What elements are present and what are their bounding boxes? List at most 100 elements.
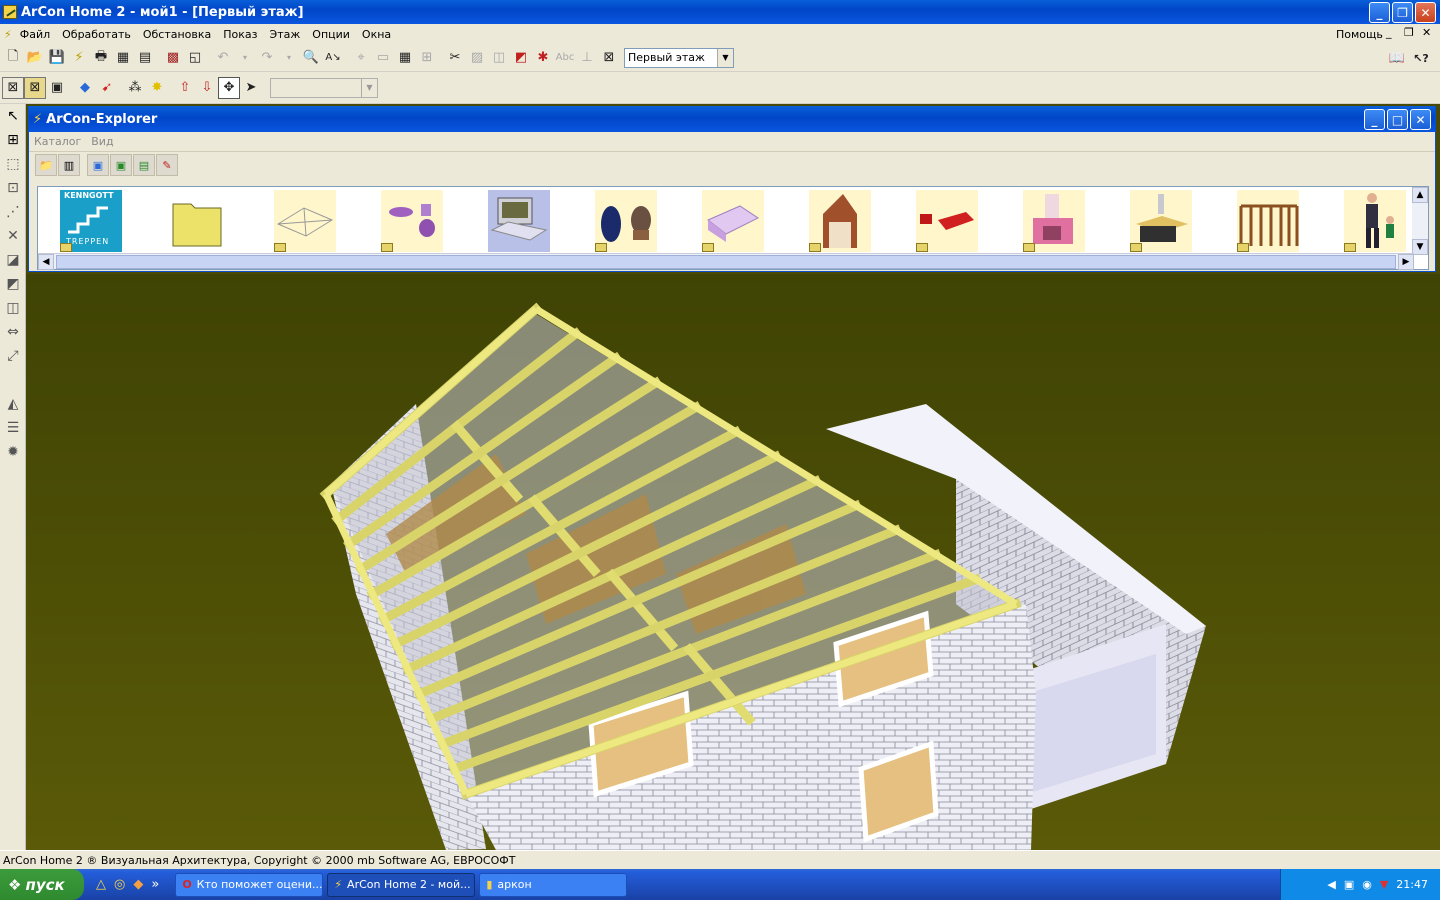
redo-icon[interactable]: ↷ <box>256 47 278 69</box>
minimize-button[interactable]: _ <box>1369 2 1390 23</box>
catalog-item-fireplace[interactable] <box>1023 190 1085 252</box>
rotate-tool-icon[interactable]: ◩ <box>0 272 26 296</box>
mirror-45-icon[interactable]: ◪ <box>0 248 26 272</box>
pointer-icon[interactable]: ↖ <box>0 104 26 128</box>
menu-view[interactable]: Показ <box>217 28 263 41</box>
catalog-item-sofa[interactable] <box>916 190 978 252</box>
color-fill-icon[interactable]: ◩ <box>510 47 532 69</box>
mirror-tool-icon[interactable]: ◭ <box>0 392 26 416</box>
scale-tool-icon[interactable]: ◫ <box>0 296 26 320</box>
house-3d-scene[interactable] <box>26 274 1440 850</box>
tray-disk-icon[interactable]: ◉ <box>1362 878 1372 891</box>
arcon-draw-icon[interactable]: ⚡ <box>68 47 90 69</box>
catalog-item-bathroom[interactable] <box>381 190 443 252</box>
text-search-icon[interactable]: A↘ <box>322 47 344 69</box>
catalog-horizontal-scrollbar[interactable]: ◀ ▶ <box>38 253 1414 270</box>
floor-select[interactable]: Первый этаж ▼ <box>624 47 734 68</box>
section-view-icon[interactable]: ▣ <box>46 77 68 99</box>
catalog-item-folder[interactable] <box>167 190 229 252</box>
catalog-item-kenngott-treppen[interactable]: KENNGOTT TREPPEN <box>60 190 122 252</box>
large-icons-icon[interactable]: ▣ <box>87 154 109 176</box>
floor-down-icon[interactable]: ⇩ <box>196 77 218 99</box>
catalog-item-desk[interactable] <box>1130 190 1192 252</box>
wireframe-view-icon[interactable]: ⊠ <box>2 76 24 99</box>
scroll-down-icon[interactable]: ▼ <box>1412 239 1428 255</box>
scroll-up-icon[interactable]: ▲ <box>1412 187 1428 203</box>
mdi-restore-icon[interactable]: ❐ <box>1404 26 1414 39</box>
view-select-chevron-icon[interactable]: ▼ <box>361 78 377 97</box>
sun-icon[interactable]: ✸ <box>146 77 168 99</box>
object-manager-icon[interactable]: ▩ <box>162 47 184 69</box>
viewport-3d[interactable]: ⚡ ArCon-Explorer _ □ ✕ Каталог Вид 📁 ▥ ▣… <box>26 104 1440 850</box>
floor-up-icon[interactable]: ⇧ <box>174 77 196 99</box>
explorer-maximize-button[interactable]: □ <box>1387 109 1408 130</box>
details-view-icon[interactable]: ▥ <box>58 154 80 176</box>
explorer-minimize-button[interactable]: _ <box>1364 109 1385 130</box>
explorer-app-icon[interactable]: ⚡ <box>33 112 42 127</box>
brush-icon[interactable]: ✎ <box>156 154 178 176</box>
scroll-right-icon[interactable]: ▶ <box>1398 253 1414 270</box>
catalog-item-roof-wireframe[interactable] <box>274 190 336 252</box>
stretch-tool-icon[interactable]: ⇔ <box>0 320 26 344</box>
floor-settings-icon[interactable]: ⊠ <box>598 47 620 69</box>
column-tool-icon[interactable]: ⊡ <box>0 176 26 200</box>
room-tool-icon[interactable]: ⬚ <box>0 152 26 176</box>
tray-antivirus-icon[interactable]: ▼ <box>1380 878 1388 891</box>
undo-icon[interactable]: ↶ <box>212 47 234 69</box>
quicklaunch-browser-icon[interactable]: ◎ <box>114 877 125 892</box>
catalog-item-people[interactable] <box>1344 190 1406 252</box>
save-icon[interactable]: 💾 <box>46 47 68 69</box>
menu-help[interactable]: Помощь <box>1330 28 1389 41</box>
menu-windows[interactable]: Окна <box>356 28 397 41</box>
menu-edit[interactable]: Обработать <box>56 28 137 41</box>
catalog-item-house[interactable] <box>809 190 871 252</box>
catalog-vertical-scrollbar[interactable]: ▲ ▼ <box>1412 187 1428 255</box>
book-icon[interactable]: 📖 <box>1386 47 1408 69</box>
hidden-line-view-icon[interactable]: ⊠ <box>24 76 46 99</box>
cut-icon[interactable]: ✂ <box>444 47 466 69</box>
menu-app-icon[interactable]: ⚡ <box>0 28 14 41</box>
menu-options[interactable]: Опции <box>306 28 356 41</box>
delete-icon[interactable]: ✕ <box>0 224 26 248</box>
dimension-icon[interactable]: ⊞ <box>416 47 438 69</box>
measure-icon[interactable]: ⊥ <box>576 47 598 69</box>
undo-dropdown-icon[interactable]: ▾ <box>234 47 256 69</box>
open-folder-icon[interactable]: 📂 <box>24 47 46 69</box>
catalog-item-child-bed[interactable] <box>702 190 764 252</box>
play-icon[interactable]: ➤ <box>240 77 262 99</box>
menu-furnishing[interactable]: Обстановка <box>137 28 217 41</box>
particles-icon[interactable]: ⁂ <box>124 77 146 99</box>
explorer-menu-view[interactable]: Вид <box>86 135 118 148</box>
tray-network-icon[interactable]: ▣ <box>1344 878 1354 891</box>
folder-up-icon[interactable]: 📁 <box>35 154 57 176</box>
render-lightning-icon[interactable]: ➹ <box>96 77 118 99</box>
new-file-icon[interactable]: 🗋 <box>2 47 24 69</box>
quicklaunch-tool-icon[interactable]: ◆ <box>133 877 143 892</box>
menu-floor[interactable]: Этаж <box>264 28 307 41</box>
close-button[interactable]: ✕ <box>1415 2 1436 23</box>
view-select[interactable]: ▼ <box>270 77 378 98</box>
restore-button[interactable]: ❐ <box>1392 2 1413 23</box>
task-arcon[interactable]: ⚡ ArCon Home 2 - мой... <box>327 872 476 897</box>
navigate-icon[interactable]: ✥ <box>218 76 240 99</box>
distribute-tool-icon[interactable]: ☰ <box>0 416 26 440</box>
ruler-icon[interactable]: ▭ <box>372 47 394 69</box>
hatch-icon[interactable]: ▨ <box>466 47 488 69</box>
cube-3d-icon[interactable]: ◆ <box>74 77 96 99</box>
catalog-item-railing[interactable] <box>1237 190 1299 252</box>
grid-icon[interactable]: ▦ <box>394 47 416 69</box>
plot-icon[interactable]: ▦ <box>112 47 134 69</box>
print-icon[interactable]: 🖶 <box>90 47 112 69</box>
task-opera[interactable]: O Кто поможет оцени... <box>175 872 324 897</box>
context-help-icon[interactable]: ↖? <box>1410 47 1432 69</box>
align-tool-icon[interactable]: ⤢ <box>0 344 26 368</box>
printer-setup-icon[interactable]: ▤ <box>134 47 156 69</box>
light-icon[interactable]: ✱ <box>532 47 554 69</box>
stairs-tool-icon[interactable]: ⋰ <box>0 200 26 224</box>
picture-icon[interactable]: ▤ <box>133 154 155 176</box>
catalog-item-plants[interactable] <box>595 190 657 252</box>
zoom-icon[interactable]: 🔍 <box>300 47 322 69</box>
task-folder[interactable]: ▮ аркон <box>479 872 628 897</box>
catalog-item-kitchen[interactable] <box>488 190 550 252</box>
quicklaunch-more-icon[interactable]: » <box>151 877 159 892</box>
